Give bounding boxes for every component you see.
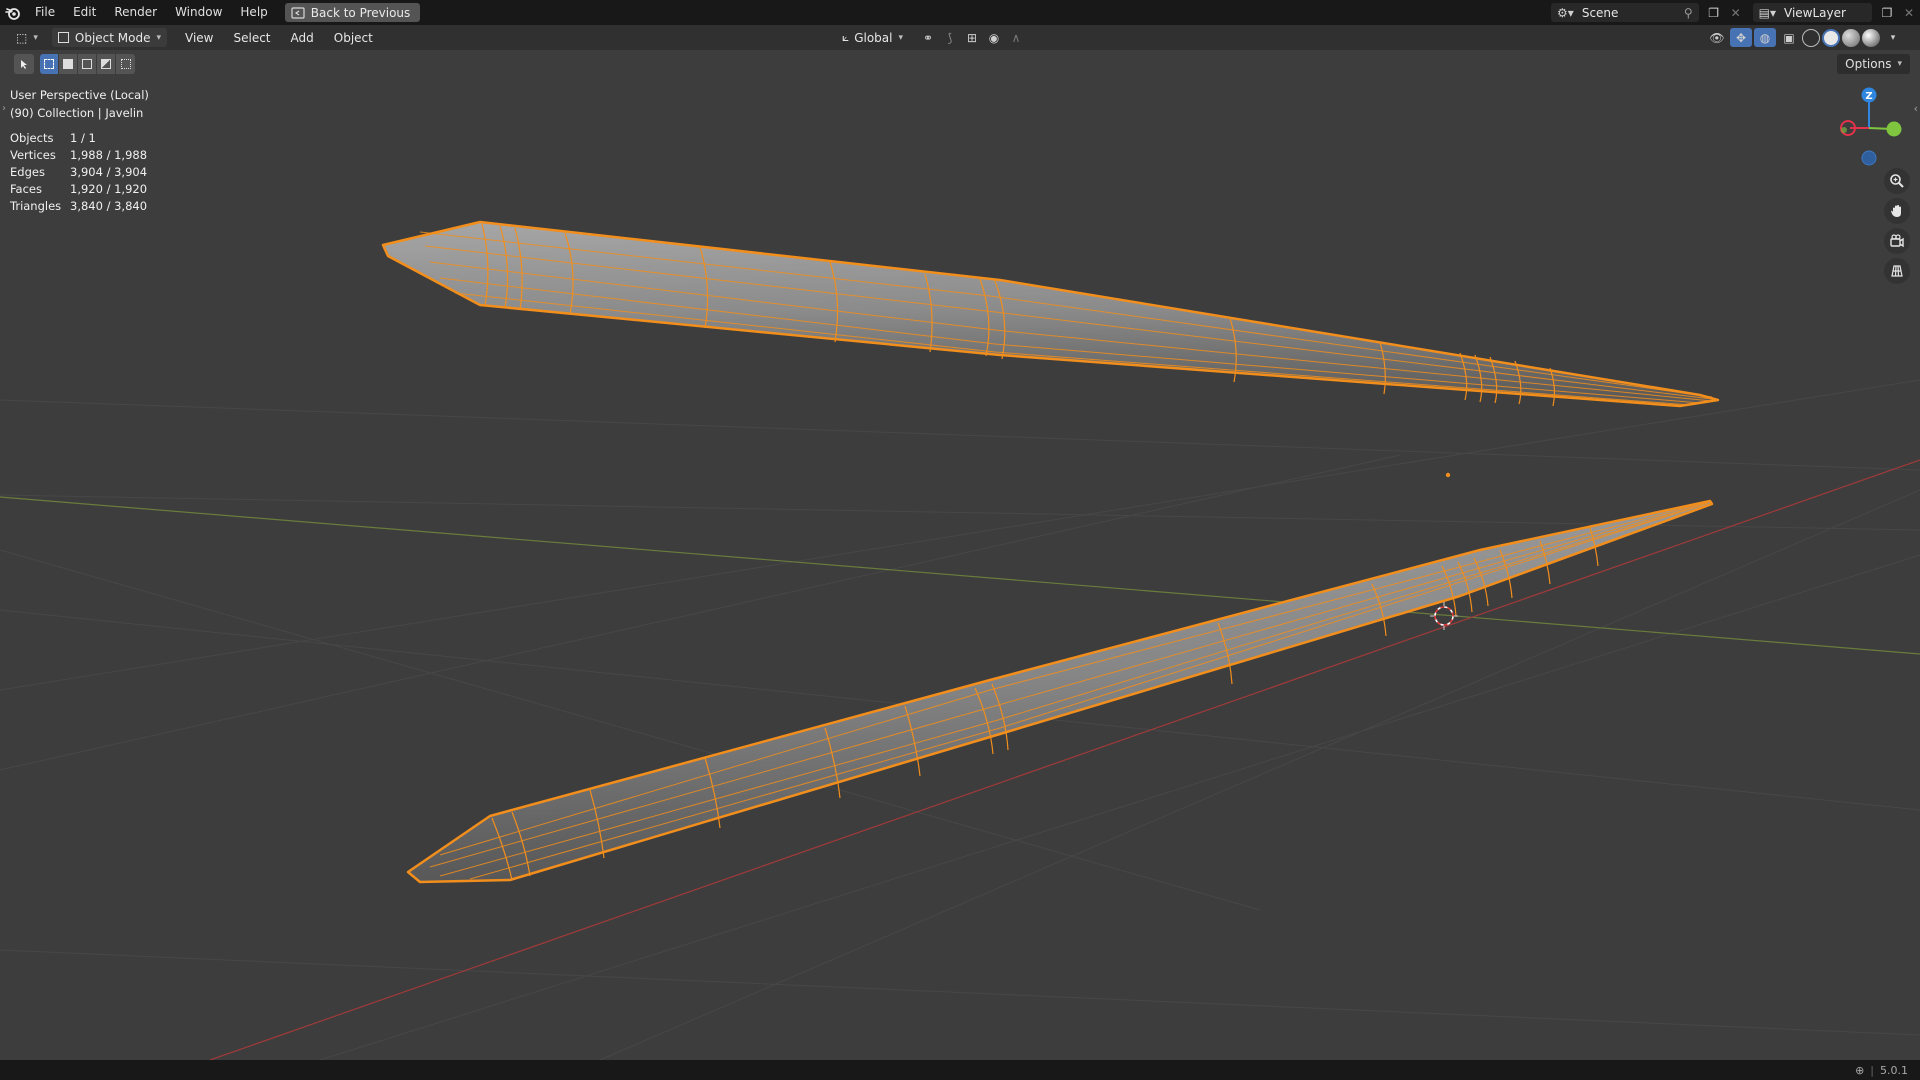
select-tool-icon[interactable] xyxy=(14,54,34,74)
menu-window[interactable]: Window xyxy=(166,0,231,25)
gizmo-z-label: Z xyxy=(1865,91,1872,102)
visibility-icon[interactable]: 👁 xyxy=(1706,28,1728,47)
scene-icon: ⚙▾ xyxy=(1557,5,1574,20)
select-intersect-icon[interactable] xyxy=(116,54,135,74)
back-to-previous-label: Back to Previous xyxy=(310,5,411,20)
zoom-icon[interactable] xyxy=(1884,168,1910,194)
navigation-gizmo[interactable]: Z xyxy=(1840,87,1902,166)
gizmo-y-axis[interactable] xyxy=(1886,121,1902,137)
transform-orientation-selector[interactable]: ⟀ Global ▾ xyxy=(836,28,909,47)
menu-view[interactable]: View xyxy=(175,31,223,45)
gizmo-toggle-icon[interactable]: ✥ xyxy=(1730,28,1752,47)
select-subtract-icon[interactable] xyxy=(78,54,97,74)
selection-mode-group xyxy=(40,54,135,74)
version-label: 5.0.1 xyxy=(1880,1063,1908,1077)
camera-view-icon[interactable] xyxy=(1884,228,1910,254)
stat-row-faces: Faces 1,920 / 1,920 xyxy=(10,182,148,196)
overlays-toggle-icon[interactable]: ◍ xyxy=(1754,28,1776,47)
back-to-previous-button[interactable]: Back to Previous xyxy=(284,3,421,22)
menu-select[interactable]: Select xyxy=(223,31,280,45)
select-new-icon[interactable] xyxy=(40,54,59,74)
collection-info: (90) Collection | Javelin xyxy=(10,106,144,120)
falloff-icon[interactable]: ∧ xyxy=(1005,28,1027,47)
object-origin-dot xyxy=(1445,472,1451,478)
rendered-shading-icon[interactable] xyxy=(1862,28,1880,47)
menu-file[interactable]: File xyxy=(26,0,64,25)
expand-toolbar-arrow-icon[interactable]: › xyxy=(2,103,6,114)
orientation-axes-icon: ⟀ xyxy=(842,30,850,44)
back-screen-icon xyxy=(291,6,305,19)
pin-icon[interactable]: ⚲ xyxy=(1684,6,1693,20)
delete-scene-icon[interactable]: ✕ xyxy=(1725,3,1747,22)
transform-controls: ⟀ Global ▾ ⚭ ⟆ ⊞ ◉ ∧ xyxy=(836,28,1027,47)
editor-type-selector[interactable]: ⬚ ▾ xyxy=(10,28,44,47)
view-layer-name: ViewLayer xyxy=(1784,5,1846,20)
snap-icon[interactable]: ⟆ xyxy=(939,28,961,47)
scene-name: Scene xyxy=(1581,5,1619,20)
status-bar: ⊕ | 5.0.1 xyxy=(0,1060,1920,1080)
menu-help[interactable]: Help xyxy=(231,0,276,25)
proportional-editing-icon[interactable]: ◉ xyxy=(983,28,1005,47)
view-name: User Perspective (Local) xyxy=(10,88,149,102)
javelin-lower[interactable] xyxy=(406,499,1714,884)
chevron-down-icon: ▾ xyxy=(1897,59,1902,69)
viewport-canvas[interactable]: Z xyxy=(0,50,1920,1060)
top-menu-bar: File Edit Render Window Help Back to Pre… xyxy=(0,0,1920,25)
select-invert-icon[interactable] xyxy=(97,54,116,74)
options-dropdown[interactable]: Options ▾ xyxy=(1837,54,1910,74)
x-axis-line xyxy=(209,459,1920,1060)
menu-object[interactable]: Object xyxy=(324,31,383,45)
select-extend-icon[interactable] xyxy=(59,54,78,74)
menu-edit[interactable]: Edit xyxy=(64,0,105,25)
options-label: Options xyxy=(1845,57,1892,71)
javelin-upper[interactable] xyxy=(381,220,1720,408)
material-shading-icon[interactable] xyxy=(1842,28,1860,47)
blender-window: File Edit Render Window Help Back to Pre… xyxy=(0,0,1920,1080)
editor-type-icon: ⬚ xyxy=(16,30,28,45)
solid-shading-icon[interactable] xyxy=(1822,28,1840,47)
viewport-display-controls: 👁 ✥ ◍ ▣ ▾ xyxy=(1706,28,1904,47)
view-layer-selector[interactable]: ▤▾ ViewLayer xyxy=(1752,3,1872,22)
mode-label: Object Mode xyxy=(74,30,151,45)
stat-row-triangles: Triangles 3,840 / 3,840 xyxy=(10,199,148,213)
new-scene-icon[interactable]: ❐ xyxy=(1703,3,1725,22)
gizmo-neg-y-axis[interactable] xyxy=(1841,127,1847,133)
scene-statistics: Objects 1 / 1 Vertices 1,988 / 1,988 Edg… xyxy=(10,130,147,215)
menu-render[interactable]: Render xyxy=(105,0,166,25)
blender-logo-icon[interactable] xyxy=(0,0,26,25)
tool-settings xyxy=(14,54,135,74)
view-layer-icon: ▤▾ xyxy=(1758,5,1776,20)
delete-view-layer-icon[interactable]: ✕ xyxy=(1898,3,1920,22)
topbar-right-group: ⚙▾ Scene ⚲ ❐ ✕ ▤▾ ViewLayer ❐ ✕ xyxy=(1551,0,1920,25)
pan-hand-icon[interactable] xyxy=(1884,198,1910,224)
xray-toggle-icon[interactable]: ▣ xyxy=(1778,28,1800,47)
chevron-down-icon: ▾ xyxy=(156,32,161,43)
stat-row-objects: Objects 1 / 1 xyxy=(10,131,96,145)
scene-selector[interactable]: ⚙▾ Scene ⚲ xyxy=(1551,3,1699,22)
mode-selector[interactable]: Object Mode ▾ xyxy=(51,28,167,47)
viewport-info-overlay: User Perspective (Local) (90) Collection… xyxy=(10,86,149,122)
shading-options-chevron-icon[interactable]: ▾ xyxy=(1882,28,1904,47)
status-separator: | xyxy=(1870,1063,1874,1077)
stat-row-vertices: Vertices 1,988 / 1,988 xyxy=(10,148,148,162)
stat-row-edges: Edges 3,904 / 3,904 xyxy=(10,165,148,179)
object-mode-icon xyxy=(57,32,69,43)
new-view-layer-icon[interactable]: ❐ xyxy=(1876,3,1898,22)
orientation-label: Global xyxy=(854,30,893,45)
perspective-ortho-grid-icon[interactable] xyxy=(1884,258,1910,284)
globe-icon[interactable]: ⊕ xyxy=(1855,1064,1864,1077)
pivot-point-icon[interactable]: ⚭ xyxy=(917,28,939,47)
gizmo-neg-z-axis[interactable] xyxy=(1861,150,1877,166)
viewport-header: ⬚ ▾ Object Mode ▾ View Select Add Object … xyxy=(0,25,1920,50)
snap-target-icon[interactable]: ⊞ xyxy=(961,28,983,47)
sidebar-toggle-arrow-icon[interactable]: ‹ xyxy=(1914,102,1918,115)
wireframe-shading-icon[interactable] xyxy=(1802,28,1820,47)
menu-add[interactable]: Add xyxy=(281,31,324,45)
